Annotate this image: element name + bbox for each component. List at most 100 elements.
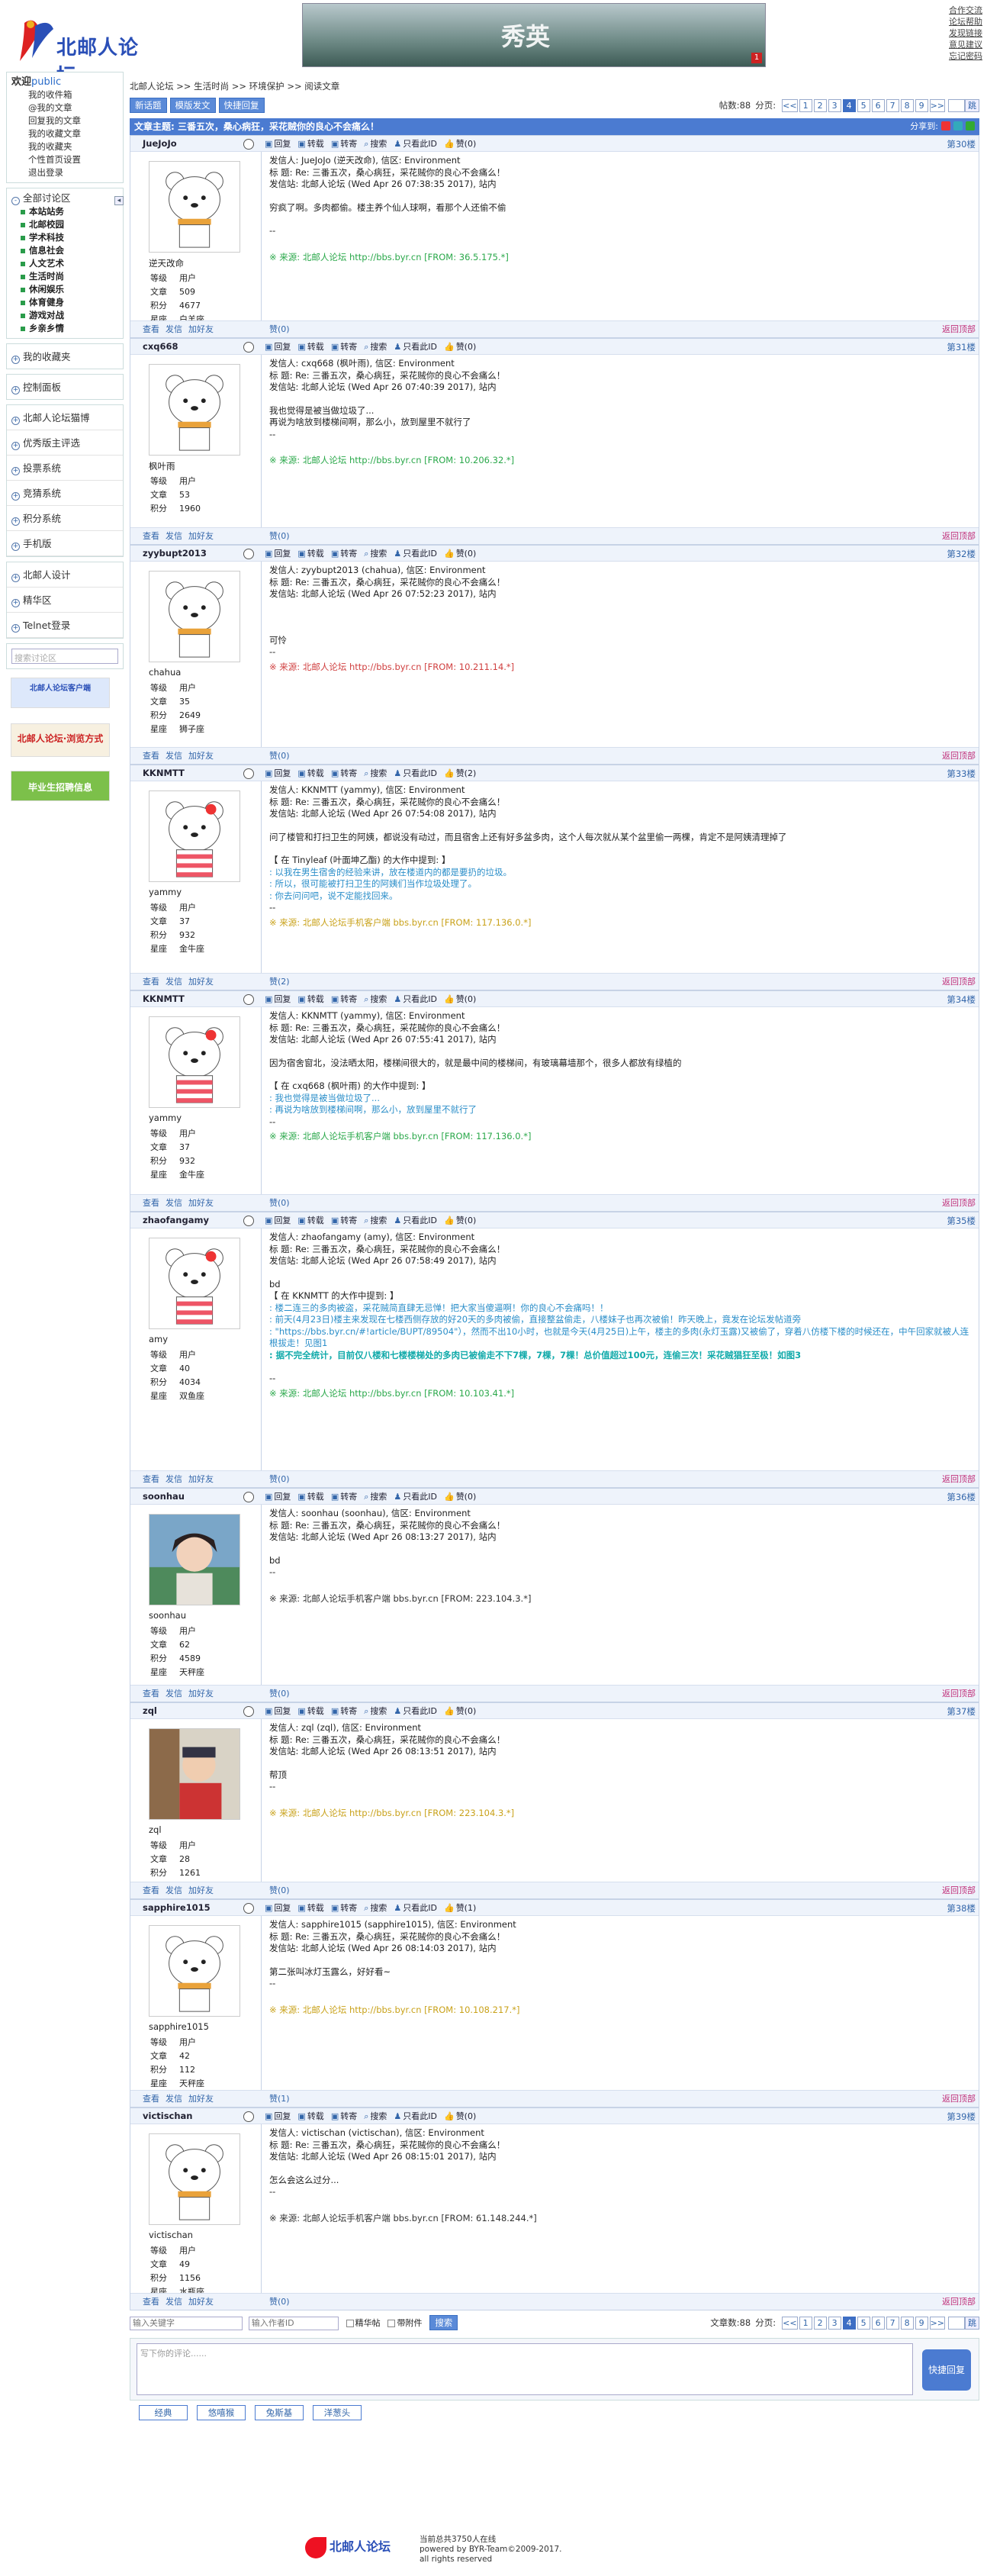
only-this-id-action[interactable]: ♟ 只看此ID <box>394 342 437 352</box>
post-author-id[interactable]: KKNMTT <box>143 768 185 778</box>
attach-checkbox[interactable] <box>387 2319 396 2327</box>
view-user-button[interactable]: 查看 <box>143 977 159 987</box>
floor-number[interactable]: 第31楼 <box>947 341 976 353</box>
send-mail-button[interactable]: 发信 <box>166 1474 182 1484</box>
back-to-top-link[interactable]: 返回顶部 <box>942 321 976 338</box>
board-item[interactable]: 信息社会 <box>21 244 118 257</box>
view-user-button[interactable]: 查看 <box>143 751 159 761</box>
avatar[interactable] <box>149 2133 240 2225</box>
repost-action[interactable]: ▣ 转寄 <box>331 342 357 352</box>
like-action-top[interactable]: 👍 赞(0) <box>444 342 476 352</box>
board-item[interactable]: 学术科技 <box>21 231 118 244</box>
sidebar-item-guess[interactable]: + 竞猜系统 <box>7 481 123 506</box>
like-button[interactable]: 赞(0) <box>269 1882 290 1899</box>
only-this-id-action[interactable]: ♟ 只看此ID <box>394 1492 437 1502</box>
send-mail-button[interactable]: 发信 <box>166 977 182 987</box>
sidebar-link-inbox[interactable]: 我的收件箱 <box>11 89 118 101</box>
add-friend-button[interactable]: 加好友 <box>188 2297 214 2307</box>
avatar[interactable] <box>149 161 240 253</box>
reply-action[interactable]: ▣ 回复 <box>265 1903 291 1913</box>
top-link-discover[interactable]: 发现链接 <box>949 27 982 39</box>
floor-number[interactable]: 第35楼 <box>947 1215 976 1227</box>
like-action-top[interactable]: 👍 赞(0) <box>444 994 476 1004</box>
post-author-id[interactable]: sapphire1015 <box>143 1902 211 1913</box>
forward-action[interactable]: ▣ 转载 <box>297 1903 323 1913</box>
only-this-id-action[interactable]: ♟ 只看此ID <box>394 139 437 149</box>
repost-action[interactable]: ▣ 转寄 <box>331 1492 357 1502</box>
send-mail-button[interactable]: 发信 <box>166 1198 182 1208</box>
send-mail-button[interactable]: 发信 <box>166 1689 182 1699</box>
page-link[interactable]: 5 <box>857 2317 870 2330</box>
board-search-input[interactable]: 搜索讨论区 <box>11 649 118 664</box>
like-action-top[interactable]: 👍 赞(0) <box>444 549 476 559</box>
post-author-id[interactable]: zhaofangamy <box>143 1215 209 1225</box>
view-user-button[interactable]: 查看 <box>143 1474 159 1484</box>
page-jump-input[interactable] <box>948 2317 965 2330</box>
page-link[interactable]: 9 <box>915 99 928 112</box>
back-to-top-link[interactable]: 返回顶部 <box>942 1882 976 1899</box>
send-mail-button[interactable]: 发信 <box>166 2297 182 2307</box>
view-user-button[interactable]: 查看 <box>143 531 159 541</box>
like-button[interactable]: 赞(0) <box>269 1195 290 1212</box>
like-action-top[interactable]: 👍 赞(0) <box>444 1492 476 1502</box>
sidebar-item-points[interactable]: + 积分系统 <box>7 506 123 531</box>
reply-action[interactable]: ▣ 回复 <box>265 1706 291 1716</box>
reply-action[interactable]: ▣ 回复 <box>265 994 291 1004</box>
repost-action[interactable]: ▣ 转寄 <box>331 768 357 778</box>
post-author-id[interactable]: KKNMTT <box>143 993 185 1004</box>
banner-close-button[interactable]: 1 <box>751 53 762 63</box>
back-to-top-link[interactable]: 返回顶部 <box>942 1195 976 1212</box>
send-mail-button[interactable]: 发信 <box>166 751 182 761</box>
sidebar-link-homepage-settings[interactable]: 个性首页设置 <box>11 153 118 166</box>
page-link[interactable]: 7 <box>886 99 899 112</box>
floor-number[interactable]: 第30楼 <box>947 138 976 150</box>
page-link[interactable]: 9 <box>915 2317 928 2330</box>
forward-action[interactable]: ▣ 转载 <box>297 1216 323 1225</box>
emoticon-tab-onion[interactable]: 洋葱头 <box>313 2405 362 2420</box>
reply-action[interactable]: ▣ 回复 <box>265 768 291 778</box>
page-link[interactable]: 8 <box>900 99 914 112</box>
top-link-feedback[interactable]: 意见建议 <box>949 39 982 50</box>
back-to-top-link[interactable]: 返回顶部 <box>942 528 976 545</box>
reply-action[interactable]: ▣ 回复 <box>265 2111 291 2121</box>
ad-browse[interactable]: 北邮人论坛·浏览方式 <box>11 723 110 757</box>
forward-action[interactable]: ▣ 转载 <box>297 2111 323 2121</box>
page-jump-button[interactable]: 跳 <box>965 99 979 112</box>
back-to-top-link[interactable]: 返回顶部 <box>942 748 976 765</box>
site-logo[interactable]: 北邮人论坛 <box>9 15 154 88</box>
board-item[interactable]: 人文艺术 <box>21 257 118 270</box>
like-action-top[interactable]: 👍 赞(0) <box>444 1706 476 1716</box>
add-friend-button[interactable]: 加好友 <box>188 324 214 334</box>
repost-action[interactable]: ▣ 转寄 <box>331 139 357 149</box>
weibo-icon[interactable] <box>941 121 950 130</box>
view-user-button[interactable]: 查看 <box>143 1885 159 1895</box>
only-this-id-action[interactable]: ♟ 只看此ID <box>394 1903 437 1913</box>
repost-action[interactable]: ▣ 转寄 <box>331 549 357 559</box>
back-to-top-link[interactable]: 返回顶部 <box>942 2294 976 2310</box>
back-to-top-link[interactable]: 返回顶部 <box>942 1471 976 1488</box>
repost-action[interactable]: ▣ 转寄 <box>331 1216 357 1225</box>
forward-action[interactable]: ▣ 转载 <box>297 1706 323 1716</box>
page-link[interactable]: 5 <box>857 99 870 112</box>
template-post-button[interactable]: 模版发文 <box>169 98 216 113</box>
view-user-button[interactable]: 查看 <box>143 2094 159 2104</box>
page-link[interactable]: 7 <box>886 2317 899 2330</box>
board-item[interactable]: 体育健身 <box>21 296 118 309</box>
sidebar-link-logout[interactable]: 退出登录 <box>11 166 118 179</box>
floor-number[interactable]: 第32楼 <box>947 548 976 560</box>
avatar[interactable] <box>149 1514 240 1605</box>
search-action[interactable]: ⌕ 搜索 <box>364 342 387 352</box>
back-to-top-link[interactable]: 返回顶部 <box>942 974 976 990</box>
sidebar-item-weibo[interactable]: + 北邮人论坛猫博 <box>7 405 123 430</box>
back-to-top-link[interactable]: 返回顶部 <box>942 1686 976 1702</box>
reply-textarea[interactable]: 写下你的评论...... <box>137 2343 913 2395</box>
like-action-top[interactable]: 👍 赞(0) <box>444 1216 476 1225</box>
like-action-top[interactable]: 👍 赞(0) <box>444 2111 476 2121</box>
send-mail-button[interactable]: 发信 <box>166 531 182 541</box>
sidebar-favorites[interactable]: + 我的收藏夹 <box>6 343 124 369</box>
page-link[interactable]: 2 <box>813 2317 827 2330</box>
view-user-button[interactable]: 查看 <box>143 1689 159 1699</box>
floor-number[interactable]: 第33楼 <box>947 768 976 780</box>
top-link-help[interactable]: 论坛帮助 <box>949 16 982 27</box>
sidebar-item-digest[interactable]: + 精华区 <box>7 588 123 613</box>
